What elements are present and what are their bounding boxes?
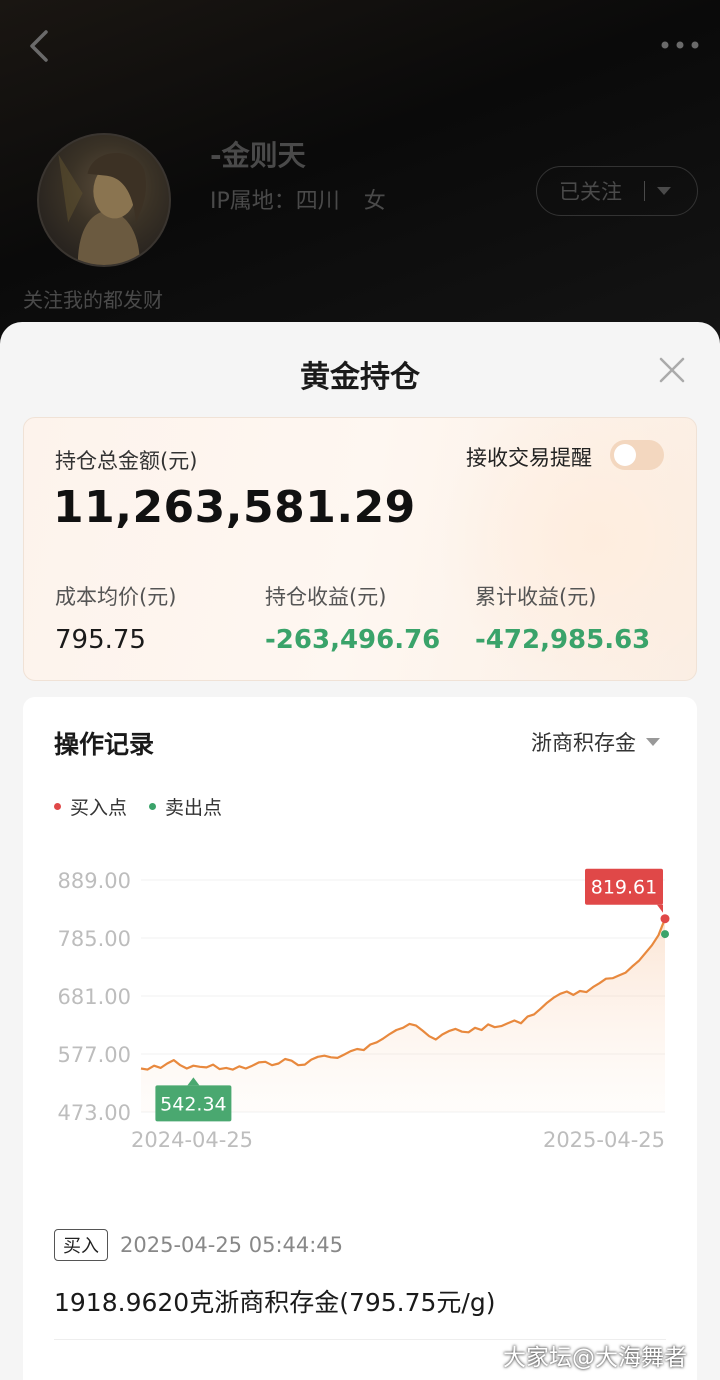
chevron-down-icon <box>646 738 660 746</box>
sell-point <box>661 930 669 939</box>
y-tick-label: 785.00 <box>58 927 131 951</box>
total-profit-value: -472,985.63 <box>475 625 651 655</box>
max-label-pointer <box>657 904 663 913</box>
cost-label: 成本均价(元) <box>55 585 177 609</box>
y-tick-label: 577.00 <box>58 1043 131 1067</box>
cost-value: 795.75 <box>55 625 146 655</box>
total-profit-label: 累计收益(元) <box>475 585 597 609</box>
sell-dot-icon <box>149 803 157 810</box>
gender: 女 <box>363 189 386 214</box>
watermark: 大家坛@大海舞者 <box>503 1345 687 1371</box>
records-title: 操作记录 <box>54 730 155 759</box>
fund-selected-label: 浙商积存金 <box>531 731 636 755</box>
close-icon[interactable] <box>656 354 688 386</box>
holding-profit-label: 持仓收益(元) <box>265 585 387 609</box>
user-meta: IP属地：四川女 <box>210 183 410 215</box>
sheet-title: 黄金持仓 <box>300 360 420 395</box>
legend-sell-label: 卖出点 <box>165 797 223 819</box>
holding-summary-card: 持仓总金额(元) 11,263,581.29 接收交易提醒 成本均价(元) 79… <box>23 417 697 681</box>
y-tick-label: 889.00 <box>58 869 131 893</box>
profile-header: -金则天 IP属地：四川女 已关注 关注我的都发财 <box>0 0 720 340</box>
buy-dot-icon <box>54 803 61 810</box>
record-time: 2025-04-25 05:44:45 <box>120 1233 344 1257</box>
gold-holdings-sheet: 黄金持仓 持仓总金额(元) 11,263,581.29 接收交易提醒 成本均价(… <box>0 322 720 1380</box>
fund-selector[interactable]: 浙商积存金 <box>531 727 660 757</box>
back-arrow-icon[interactable] <box>24 28 54 64</box>
more-icon[interactable] <box>660 38 700 52</box>
follow-button[interactable]: 已关注 <box>536 166 698 216</box>
trade-alert-label: 接收交易提醒 <box>466 446 592 470</box>
x-tick-label: 2025-04-25 <box>543 1128 665 1152</box>
avatar[interactable] <box>37 133 171 267</box>
user-name: -金则天 <box>210 139 306 172</box>
legend-sell: 卖出点 <box>149 793 222 820</box>
operation-records-panel: 操作记录 浙商积存金 买入点 卖出点 889.00 785.00 681.00 577… <box>23 697 697 1380</box>
avatar-illustration-icon <box>58 153 146 265</box>
chevron-down-icon[interactable] <box>657 187 671 195</box>
record-item[interactable]: 买入 2025-04-25 05:44:45 1918.9620克浙商积存金(7… <box>54 1229 666 1319</box>
total-amount-label: 持仓总金额(元) <box>55 449 198 473</box>
follow-label: 已关注 <box>559 180 622 204</box>
cost-stat: 成本均价(元) 795.75 <box>55 581 176 655</box>
series-area <box>141 918 665 1112</box>
follow-divider <box>644 181 645 201</box>
y-tick-label: 473.00 <box>58 1101 131 1125</box>
ip-location: IP属地：四川 <box>210 189 340 214</box>
toggle-knob <box>614 444 636 466</box>
total-amount-value: 11,263,581.29 <box>53 482 416 533</box>
chart-legend: 买入点 卖出点 <box>54 793 244 820</box>
buy-point <box>660 914 670 924</box>
holding-profit-value: -263,496.76 <box>265 625 441 655</box>
y-tick-label: 681.00 <box>58 985 131 1009</box>
legend-buy: 买入点 <box>54 793 127 820</box>
min-label: 542.34 <box>160 1093 226 1115</box>
record-type-tag: 买入 <box>54 1229 108 1261</box>
total-profit-stat: 累计收益(元) -472,985.63 <box>475 581 650 655</box>
max-label: 819.61 <box>591 877 657 899</box>
x-tick-label: 2024-04-25 <box>131 1128 253 1152</box>
gold-price-chart[interactable]: 889.00 785.00 681.00 577.00 473.002024-04-25… <box>23 837 697 1167</box>
trade-alert-toggle[interactable] <box>610 440 664 470</box>
record-description: 1918.9620克浙商积存金(795.75元/g) <box>54 1288 496 1317</box>
user-bio: 关注我的都发财 <box>23 288 163 312</box>
legend-buy-label: 买入点 <box>70 797 128 819</box>
holding-profit-stat: 持仓收益(元) -263,496.76 <box>265 581 440 655</box>
